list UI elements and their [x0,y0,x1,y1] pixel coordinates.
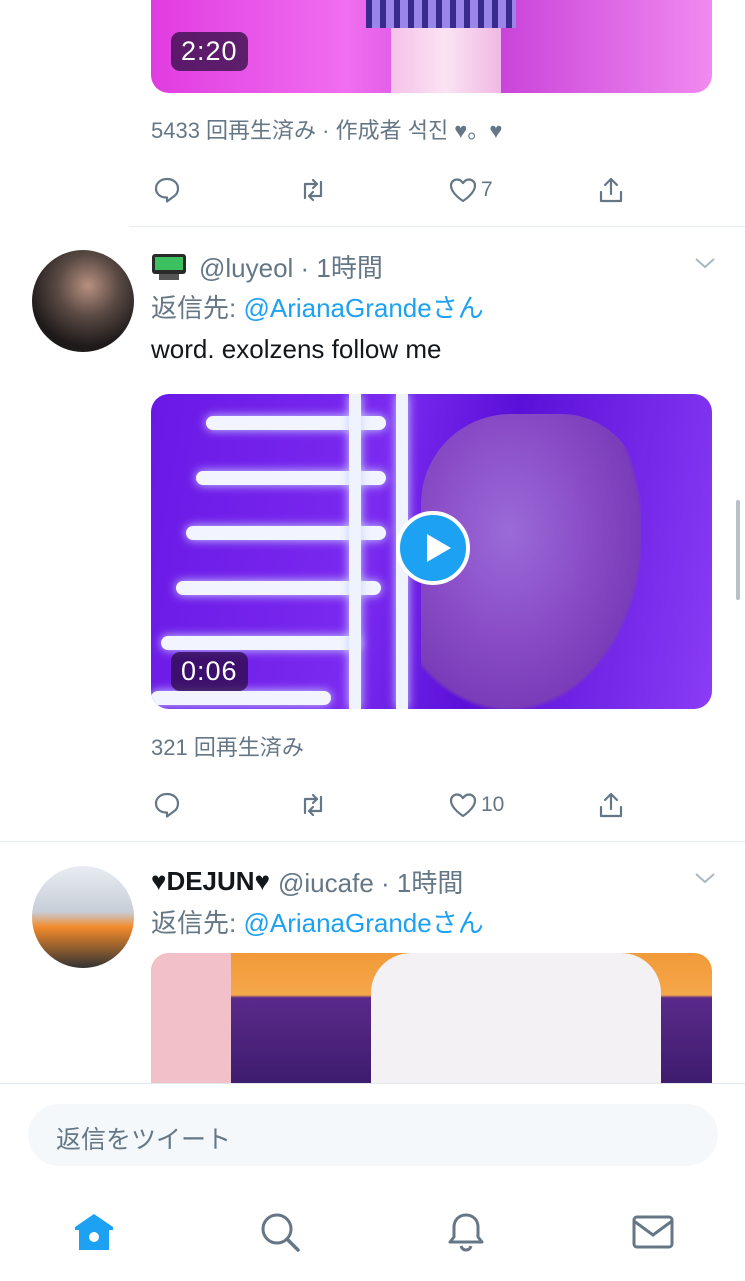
reply-icon [154,177,180,203]
bell-icon[interactable] [444,1210,488,1254]
user-handle[interactable]: @luyeol · 1時間 [199,248,383,285]
chevron-down-icon[interactable] [694,256,716,270]
play-icon[interactable] [396,511,470,585]
like-button[interactable]: 10 [447,787,504,823]
reply-context: 返信先: @ArianaGrandeさん [151,903,484,940]
reply-target-link[interactable]: @ArianaGrandeさん [243,908,483,938]
view-count: 5433 回再生済み · 作成者 석진 ♥。♥ [151,118,503,143]
scrollbar[interactable] [736,500,740,600]
tweet-header: @luyeol · 1時間 [151,248,383,285]
reply-button[interactable] [151,787,183,823]
reply-input[interactable]: 返信をツイート [28,1104,718,1166]
video-frame-detail [161,636,361,650]
reply-prefix: 返信先: [151,908,244,938]
video-frame-detail [366,0,516,28]
display-name[interactable]: ♥DEJUN♥ [151,866,270,897]
video-thumbnail[interactable]: 0:06 [151,394,712,709]
reply-context: 返信先: @ArianaGrandeさん [151,288,484,325]
user-handle[interactable]: @iucafe · 1時間 [278,863,463,900]
retweet-button[interactable] [297,172,329,208]
tweet-text: word. exolzens follow me [151,334,442,364]
retweet-icon [303,178,323,202]
chevron-down-icon[interactable] [694,871,716,885]
like-icon [449,793,477,818]
like-button[interactable]: 7 [447,172,493,208]
computer-emoji-icon [152,253,186,280]
view-count: 321 回再生済み [151,735,304,760]
tweet-divider [0,841,745,842]
tweet-actions: 7 [151,172,641,208]
video-duration: 2:20 [171,32,248,71]
reply-target-link[interactable]: @ArianaGrandeさん [243,293,483,323]
reply-icon [154,792,180,818]
like-count: 10 [481,793,505,816]
video-thumbnail[interactable] [151,953,712,1093]
video-frame-detail [151,953,231,1093]
share-button[interactable] [595,172,627,208]
avatar[interactable] [32,250,134,352]
home-icon[interactable] [72,1210,116,1254]
share-icon [599,792,623,818]
tweet-actions: 10 [151,787,641,823]
video-duration: 0:06 [171,652,248,691]
reply-prefix: 返信先: [151,293,244,323]
mail-icon[interactable] [631,1210,675,1254]
reply-placeholder: 返信をツイート [56,1126,232,1154]
avatar[interactable] [32,866,134,968]
reply-button[interactable] [151,172,183,208]
like-icon [449,178,477,203]
video-frame-detail [349,394,361,709]
video-frame-detail [371,953,661,1093]
like-count: 7 [481,178,493,201]
video-frame-detail [391,28,501,93]
retweet-icon [303,793,323,817]
search-icon[interactable] [258,1210,302,1254]
retweet-button[interactable] [297,787,329,823]
share-icon [599,177,623,203]
tweet-header: ♥DEJUN♥ @iucafe · 1時間 [151,863,463,900]
video-frame-detail [151,691,331,705]
video-thumbnail[interactable]: 2:20 [151,0,712,93]
tweet-divider [130,226,745,227]
share-button[interactable] [595,787,627,823]
